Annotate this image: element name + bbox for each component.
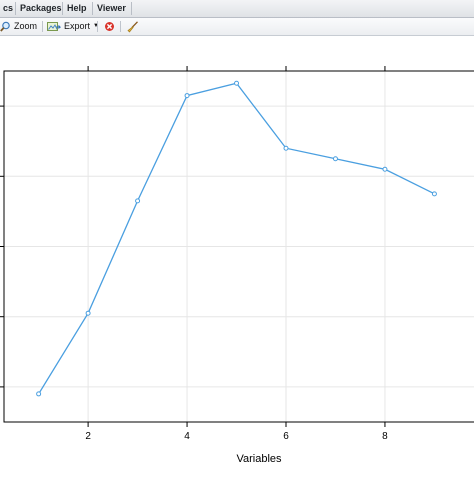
data-point <box>283 145 289 151</box>
axis-ticks: 2 4 6 8 <box>0 66 388 442</box>
data-series <box>36 80 437 397</box>
pane-tab-bar: cs Packages Help Viewer <box>0 0 474 18</box>
delete-circle-icon <box>105 22 114 31</box>
toolbar-divider <box>42 21 43 32</box>
line-chart: 2 4 6 8 Variables <box>0 66 474 465</box>
data-point <box>431 191 437 197</box>
tab-viewer[interactable]: Viewer <box>92 0 131 17</box>
zoom-button[interactable]: Zoom <box>0 18 37 35</box>
tab-divider <box>131 2 132 15</box>
x-tick-label: 4 <box>184 431 190 442</box>
data-point <box>184 93 190 99</box>
tab-packages[interactable]: Packages <box>15 0 67 17</box>
data-point <box>382 166 388 172</box>
tab-help[interactable]: Help <box>62 0 92 17</box>
x-axis-label: Variables <box>236 453 282 465</box>
magnifier-icon <box>0 21 10 32</box>
export-image-icon <box>47 22 61 31</box>
clear-all-plots-button[interactable] <box>127 18 139 35</box>
series-line <box>38 82 435 395</box>
plot-viewer: 2 4 6 8 Variables <box>0 36 474 474</box>
data-point <box>85 310 91 316</box>
broom-icon <box>127 20 138 33</box>
chevron-down-icon: ▼ <box>93 23 99 29</box>
plot-toolbar: Zoom Export ▼ <box>0 18 474 36</box>
x-tick-label: 6 <box>283 431 289 442</box>
zoom-label: Zoom <box>14 21 38 31</box>
toolbar-divider <box>120 21 121 32</box>
data-point <box>135 198 141 204</box>
data-point <box>234 80 240 86</box>
export-button[interactable]: Export ▼ <box>47 18 99 35</box>
data-point <box>36 391 42 397</box>
export-label: Export <box>64 21 91 31</box>
grid-lines <box>4 71 474 422</box>
x-tick-label: 8 <box>382 431 388 442</box>
data-point <box>332 156 338 162</box>
toolbar-divider <box>97 21 98 32</box>
x-tick-label: 2 <box>85 431 91 442</box>
remove-plot-button[interactable] <box>104 18 115 35</box>
